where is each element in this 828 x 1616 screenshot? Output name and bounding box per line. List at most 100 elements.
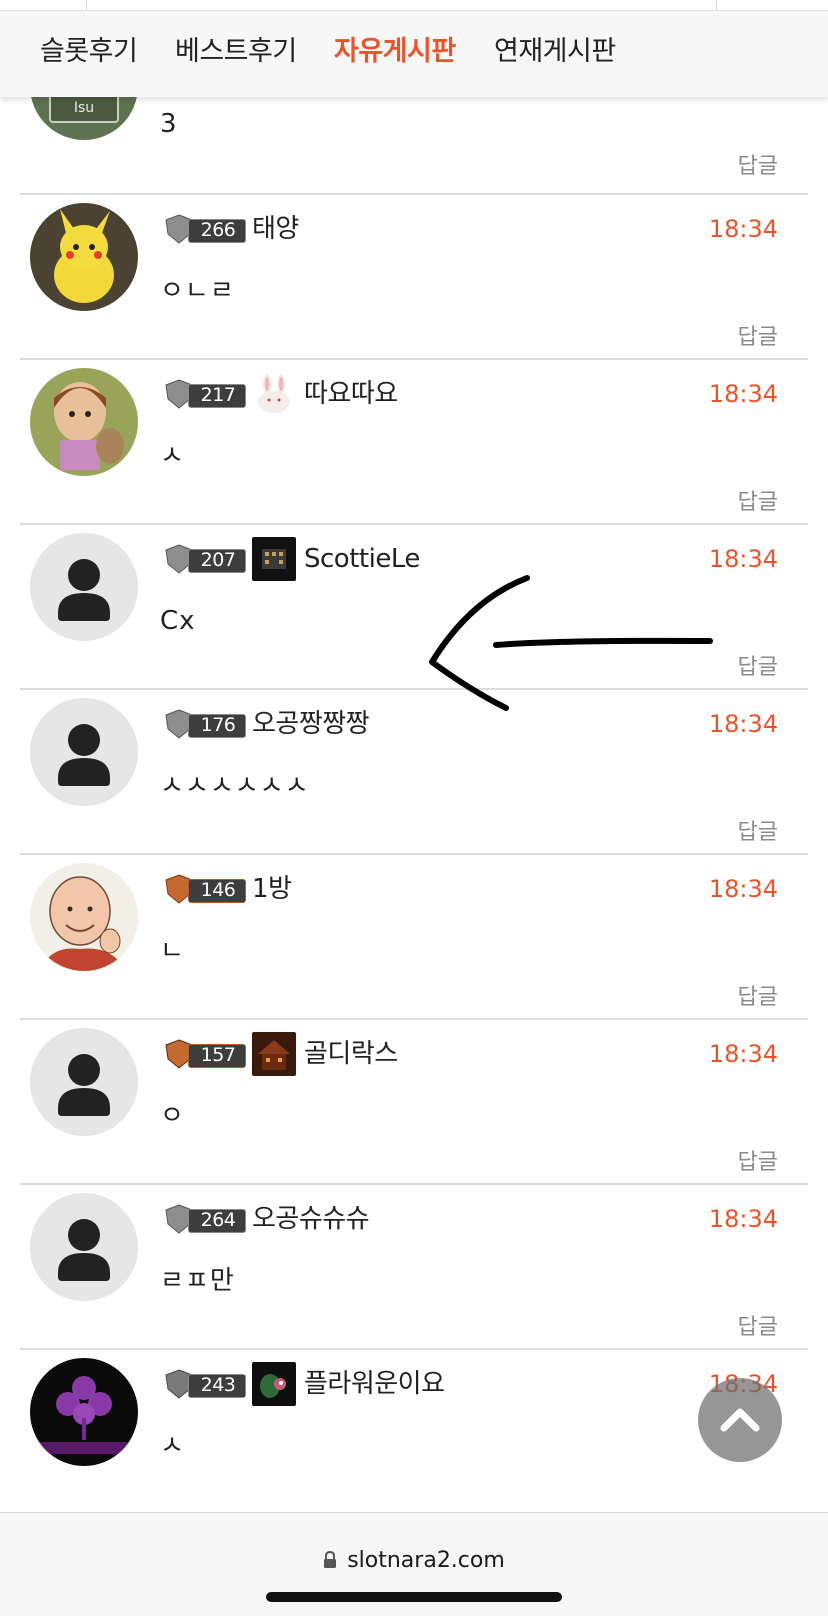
tab-slot-reviews[interactable]: 슬롯후기 [40,36,138,68]
lock-icon [324,1551,337,1568]
level-badge: 176 [162,708,246,740]
browser-address-bar[interactable]: slotnara2.com [0,1512,828,1616]
comment-meta: 266 태양 [162,211,299,247]
comment-time: 18:34 [708,1205,778,1233]
home-indicator[interactable] [266,1592,562,1602]
nickname[interactable]: 플라워운이요 [304,1366,445,1402]
divider [20,1183,808,1185]
creature-badge-icon [252,1362,296,1406]
tab-free-board[interactable]: 자유게시판 [334,36,456,68]
comment-text: ㅅㅅㅅㅅㅅㅅ [160,771,310,801]
level-badge: 266 [162,213,246,245]
reply-button[interactable]: 답글 [738,1148,778,1178]
url-display[interactable]: slotnara2.com [0,1546,828,1576]
level-badge: 217 [162,378,246,410]
divider [20,853,808,855]
divider [20,688,808,690]
avatar[interactable] [30,368,138,476]
comment-item: 176 오공짱짱짱 18:34 ㅅㅅㅅㅅㅅㅅ 답글 [0,688,828,858]
nickname[interactable]: 따요따요 [304,376,398,412]
reply-button[interactable]: 답글 [738,818,778,848]
comment-text: 3 [160,109,178,139]
comment-meta: 264 오공슈슈슈 [162,1201,370,1237]
divider [20,358,808,360]
comment-text: ㅇㄴㄹ [160,276,235,306]
strip-divider [716,0,717,10]
strip-divider [86,0,87,10]
nickname[interactable]: 오공짱짱짱 [252,706,370,742]
level-number: 157 [200,1044,236,1066]
comment-item: 146 1방 18:34 ㄴ 답글 [0,853,828,1023]
comment-text: ㅅ [160,441,185,471]
comment-item: 266 태양 18:34 ㅇㄴㄹ 답글 [0,193,828,363]
avatar[interactable] [30,1028,138,1136]
scroll-top-button[interactable] [698,1378,782,1462]
comment-text: ㄹㅍ만 [160,1266,235,1296]
level-badge: 264 [162,1203,246,1235]
avatar[interactable] [30,1193,138,1301]
nickname[interactable]: 골디락스 [304,1036,398,1072]
level-number: 266 [200,219,236,241]
level-badge: 146 [162,873,246,905]
level-badge: 207 [162,543,246,575]
nickname[interactable]: 1방 [252,871,292,907]
board-tab-bar: 슬롯후기 베스트후기 자유게시판 연재게시판 [0,11,828,97]
house-badge-icon [252,1032,296,1076]
divider [20,1018,808,1020]
comment-text: ㅅ [160,1431,185,1461]
user-icon [30,698,138,806]
url-text: slotnara2.com [347,1548,505,1573]
rabbit-badge-icon [258,374,290,413]
divider [20,523,808,525]
tab-series-board[interactable]: 연재게시판 [494,36,616,68]
nickname[interactable]: 오공슈슈슈 [252,1201,370,1237]
top-strip [0,0,828,11]
comment-text: ㄴ [160,936,185,966]
avatar[interactable] [30,863,138,971]
divider [20,1348,808,1350]
reply-button[interactable]: 답글 [738,152,778,182]
level-badge: 157 [162,1038,246,1070]
comment-meta: 243 플라워운이요 [162,1362,445,1406]
reply-button[interactable]: 답글 [738,323,778,353]
comment-time: 18:34 [708,710,778,738]
reply-button[interactable]: 답글 [738,488,778,518]
comment-meta: 176 오공짱짱짱 [162,706,370,742]
avatar[interactable] [30,203,138,311]
tab-best-reviews[interactable]: 베스트후기 [175,36,297,68]
level-number: 176 [200,714,236,736]
user-icon [30,1028,138,1136]
reply-button[interactable]: 답글 [738,1313,778,1343]
comment-item: 217 따요따요 18:34 ㅅ 답글 [0,358,828,528]
level-number: 217 [200,384,236,406]
reply-button[interactable]: 답글 [738,653,778,683]
divider [20,193,808,195]
comment-time: 18:34 [708,545,778,573]
comment-meta: 217 따요따요 [162,374,398,413]
avatar[interactable] [30,698,138,806]
level-number: 243 [200,1374,236,1396]
comment-text: Cx [160,606,196,636]
nickname[interactable]: 태양 [252,211,299,247]
svg-text:Isu: Isu [74,100,94,116]
comment-item: 207 ScottieLe 18:34 Cx 답글 [0,523,828,693]
comment-time: 18:34 [708,215,778,243]
comment-item: 264 오공슈슈슈 18:34 ㄹㅍ만 답글 [0,1183,828,1353]
comment-time: 18:34 [708,380,778,408]
nickname[interactable]: ScottieLe [304,541,420,577]
comment-time: 18:34 [708,1040,778,1068]
user-icon [30,1193,138,1301]
level-number: 146 [200,879,236,901]
comment-text: ㅇ [160,1101,185,1131]
avatar[interactable] [30,533,138,641]
user-icon [30,533,138,641]
reply-button[interactable]: 답글 [738,983,778,1013]
comment-item: 157 골디락스 18:34 ㅇ 답글 [0,1018,828,1188]
comment-meta: 146 1방 [162,871,292,907]
level-number: 207 [200,549,236,571]
comment-time: 18:34 [708,875,778,903]
chevron-up-icon [720,1408,760,1432]
comment-meta: 157 골디락스 [162,1032,398,1076]
avatar[interactable] [30,1358,138,1466]
level-badge: 243 [162,1368,246,1400]
